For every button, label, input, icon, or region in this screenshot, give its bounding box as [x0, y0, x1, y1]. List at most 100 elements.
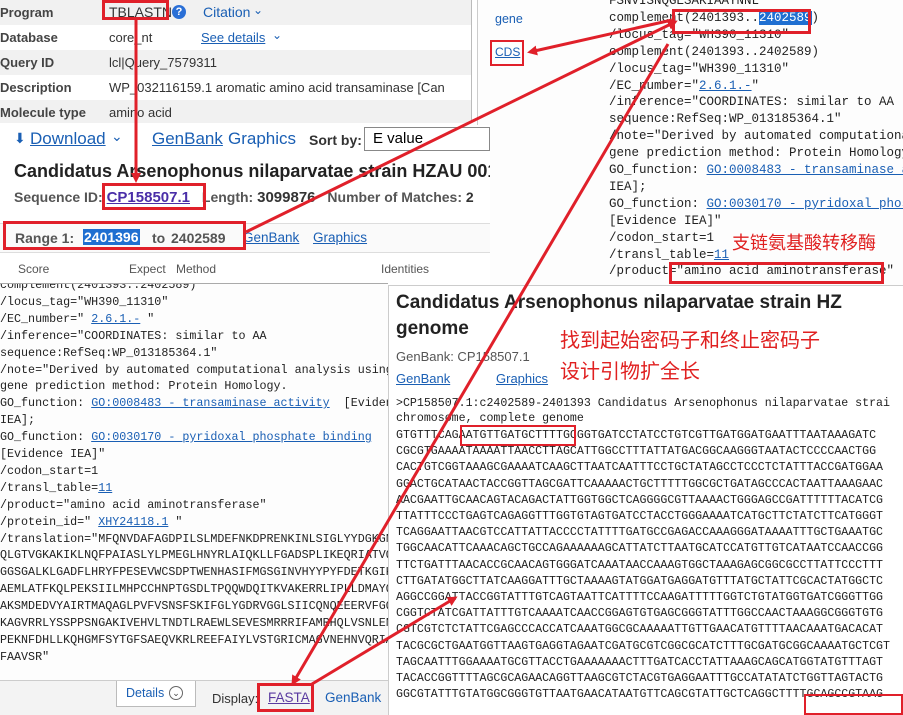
- feature-line-text: /product="amino acid aminotransferase": [0, 497, 267, 512]
- feature-line-text: complement(2401393..: [609, 10, 760, 25]
- sequence-line: TAGCAATTTGGAAAATGCGTTACCTGAAAAAAACTTTGAT…: [396, 655, 884, 669]
- sequence-line: TCAGGAATTAACGTCCATTATTACCCCTATTTTGATGCCG…: [396, 526, 884, 540]
- cds-feature-link[interactable]: CDS: [495, 45, 520, 59]
- feature-line-text: /transl_table=: [0, 480, 99, 495]
- feature-line: /translation="MFQNVDAFAGDPILSLMDEFNKDPRE…: [0, 532, 388, 546]
- sort-select[interactable]: E value: [364, 127, 490, 151]
- summary-row-query-id: Query ID lcl|Query_7579311: [0, 50, 471, 75]
- feature-line-text: /protein_id=": [0, 514, 99, 529]
- feature-link[interactable]: GO:0008483 - transaminase activity: [91, 396, 329, 410]
- feature-link[interactable]: 2.6.1.-: [699, 79, 752, 93]
- display-label: Display:: [212, 691, 259, 706]
- feature-line: /EC_number="2.6.1.-": [609, 79, 759, 93]
- feature-link[interactable]: 11: [714, 248, 729, 262]
- feature-line: /locus_tag="WH390_11310": [609, 62, 789, 76]
- feature-line-text: AKSMDEDVYAIRTMAQAGLPVFVSNSFSKIFGLYGDRVGG…: [0, 599, 388, 614]
- sequence-line: CGGTCTATCGATTATTTGTCAAAATCAACCGGAGTGTGAG…: [396, 607, 884, 621]
- feature-line-text: FAAVSR": [0, 649, 50, 664]
- download-button[interactable]: Download: [30, 129, 106, 149]
- display-genbank-link[interactable]: GenBank: [325, 690, 381, 705]
- sequence-meta: Sequence ID: CP158507.1 Length: 3099876 …: [14, 189, 474, 206]
- feature-link[interactable]: GO:0008483 - transaminase act: [707, 163, 903, 177]
- feature-line: gene prediction method: Protein Homology…: [609, 146, 903, 160]
- feature-line-text: [Evidence: [343, 396, 388, 411]
- feature-link[interactable]: 11: [98, 481, 112, 495]
- feature-line-text: /inference="COORDINATES: similar to AA: [0, 328, 267, 343]
- gene-feature-link[interactable]: gene: [495, 12, 523, 26]
- feature-line-text: FSNVISNQGESAKIAAYNNL: [609, 0, 760, 8]
- range-end: 2402589: [171, 230, 226, 246]
- feature-line-text: IEA];: [609, 179, 647, 194]
- chevron-down-icon[interactable]: ⌄: [272, 28, 282, 42]
- summary-value-molecule-type: amino acid: [109, 105, 172, 120]
- feature-line: KAGVRRLYSSPPSNGAKIVEHVLTNDTLRAEWLSEVESMR…: [0, 616, 388, 630]
- sequence-line: GTGTTTCAGAATGTTGATGCTTTTGCGGTGATCCTATCCT…: [396, 429, 877, 442]
- sequence-id-label: Sequence ID:: [14, 189, 103, 205]
- range-genbank-link[interactable]: GenBank: [243, 230, 299, 245]
- fasta-genbank-link[interactable]: GenBank: [396, 371, 450, 386]
- feature-line-text: /note="Derived by automated computationa…: [0, 362, 388, 377]
- summary-value-database: core_nt: [109, 30, 153, 45]
- feature-line: /note="Derived by automated computationa…: [609, 129, 903, 143]
- range-graphics-link[interactable]: Graphics: [313, 230, 367, 245]
- feature-line: GGSGALKLGADFLHRYFPESEVWCSDPTWENHASIFMGSG…: [0, 565, 388, 579]
- sequence-id-link[interactable]: CP158507.1: [107, 189, 190, 206]
- sequence-line: TACACCGGTTTTAGCGCAGAACAGGTTAAGCGTCTACGTG…: [396, 672, 884, 685]
- range-start: 2401396: [83, 229, 140, 245]
- feature-line: [Evidence IEA]": [609, 214, 722, 228]
- summary-value-description: WP_032116159.1 aromatic amino acid trans…: [109, 80, 445, 95]
- annotation-text-primers: 设计引物扩全长: [560, 359, 700, 383]
- citation-link[interactable]: Citation: [203, 4, 250, 20]
- fasta-graphics-link[interactable]: Graphics: [496, 371, 548, 386]
- feature-line-text: GO_function:: [0, 396, 92, 411]
- feature-line-text: complement(2401393..2402589): [0, 283, 197, 292]
- fasta-genbank-label: GenBank: CP158507.1: [396, 349, 530, 364]
- summary-row-description: Description WP_032116159.1 aromatic amin…: [0, 75, 471, 100]
- feature-link[interactable]: GO:0030170 - pyridoxal phosph: [707, 197, 903, 211]
- sequence-line: GGACTGCATAACTACCGGTTAGCGATTCAAAAACTGCTTT…: [396, 477, 884, 491]
- sort-by-label: Sort by:: [309, 132, 362, 148]
- feature-detail-panel: complement(2401393..2402589) /locus_tag="…: [0, 283, 388, 715]
- feature-link[interactable]: GO:0030170 - pyridoxal phosphate binding: [91, 430, 372, 444]
- feature-line-text: [Evidence IEA]": [0, 447, 106, 461]
- feature-line: /inference="COORDINATES: similar to AA: [609, 95, 894, 109]
- sequence-line: AGGCCGGATTACCGGTATTTGTCAGTAATTCATTTTCCAA…: [396, 591, 884, 604]
- help-icon[interactable]: ?: [172, 5, 186, 19]
- highlighted-coordinate: 2402589: [759, 10, 812, 25]
- sequence-line: AACGAATTGCAACAGTACAGACTATTGGTGGCTCAGGGGC…: [396, 493, 884, 507]
- fasta-link[interactable]: FASTA: [268, 690, 310, 705]
- feature-line: IEA];: [0, 413, 35, 427]
- sequence-header-panel: ⬇ Download ⌄ GenBank Graphics Sort by: E…: [0, 125, 490, 285]
- feature-line-text: QLGTVGKAKIKLNQFPAIASLYLPMEGLHNYRLAIQKLLF…: [0, 548, 388, 563]
- graphics-link[interactable]: Graphics: [228, 129, 296, 149]
- download-icon[interactable]: ⬇: [14, 130, 26, 147]
- feature-line-text: /translation="MFQNVDAFAGDPILSLMDEFNKDPRE…: [0, 531, 388, 546]
- feature-line: /codon_start=1: [609, 231, 714, 245]
- alignment-columns: Score Expect Method Identities: [0, 259, 490, 285]
- display-bar: Details ⌄ Display: FASTA GenBank: [0, 680, 388, 715]
- chevron-down-icon[interactable]: ⌄: [253, 3, 263, 17]
- feature-line-text: gene prediction method: Protein Homology…: [0, 379, 288, 394]
- sequence-line: TTATTTCCCTGAGTCAGAGGTTTGGTGTAGTGATCCTACC…: [396, 510, 884, 523]
- feature-link[interactable]: XHY24118.1: [98, 515, 168, 529]
- feature-line: /protein_id=" XHY24118.1 ": [0, 515, 182, 529]
- feature-line-text: /locus_tag="WH390_11310": [609, 27, 790, 42]
- summary-row-molecule-type: Molecule type amino acid: [0, 100, 471, 123]
- col-method: Method: [176, 262, 217, 276]
- chevron-down-circle-icon: ⌄: [169, 686, 183, 700]
- feature-line: /codon_start=1: [0, 464, 98, 478]
- details-tab[interactable]: Details ⌄: [116, 681, 196, 707]
- sequence-line: TTCTGATTTAACACCGCAACAGTGGGATCAAATAACCAAA…: [396, 558, 884, 572]
- feature-line-text: /product="amino acid aminotransferase": [609, 264, 895, 279]
- feature-line-text: ": [751, 78, 760, 93]
- feature-link[interactable]: 2.6.1.-: [91, 312, 140, 326]
- feature-line-text: KAGVRRLYSSPPSNGAKIVEHVLTNDTLRAEWLSEVESMR…: [0, 616, 388, 630]
- fasta-header-line1: >CP158507.1:c2402589-2401393 Candidatus …: [396, 397, 890, 410]
- genbank-link[interactable]: GenBank: [152, 129, 223, 149]
- sequence-line: TGGCAACATTCAAACAGCTGCCAGAAAAAAGCATTATCTT…: [396, 542, 884, 556]
- summary-key: Molecule type: [0, 105, 86, 120]
- chevron-down-icon[interactable]: ⌄: [111, 128, 123, 145]
- feature-line: /EC_number=" 2.6.1.- ": [0, 312, 154, 326]
- feature-line-text: /EC_number=": [609, 78, 700, 93]
- see-details-link[interactable]: See details: [201, 30, 265, 45]
